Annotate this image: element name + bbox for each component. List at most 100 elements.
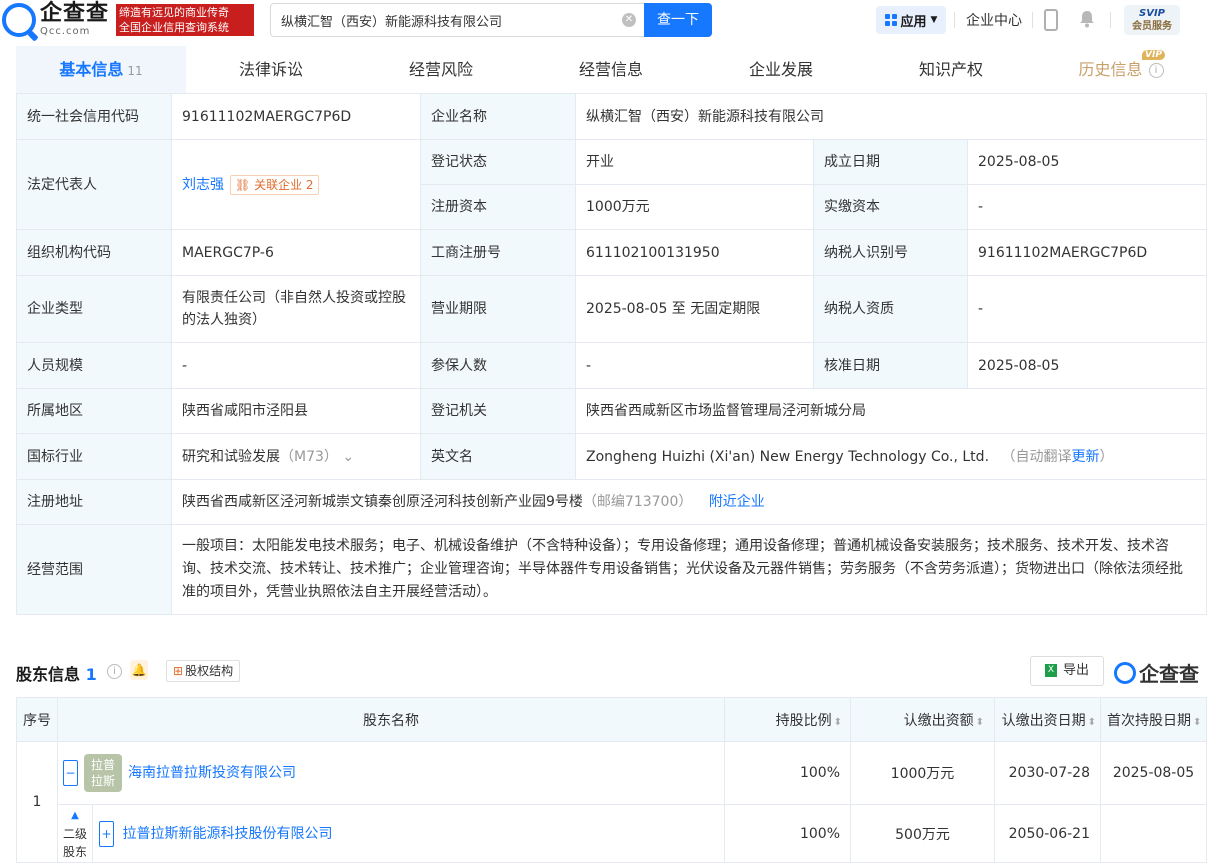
level-line-1: 二级: [62, 826, 87, 841]
basic-info-table: 统一社会信用代码 91611102MAERGC7P6D 企业名称 纵横汇智（西安…: [16, 93, 1207, 615]
info-icon[interactable]: i: [107, 664, 122, 679]
paid-capital-value: -: [966, 184, 1207, 230]
slogan-line-1: 缔造有远见的商业传奇: [119, 6, 229, 19]
address-cell: 陕西省西咸新区泾河新城崇文镇秦创原泾河科技创新产业园9号楼（邮编713700） …: [170, 479, 1207, 525]
section-tabs: 基本信息 11 法律诉讼 经营风险 经营信息 企业发展 知识产权 历史信息 i: [16, 46, 1206, 94]
insured-label: 参保人数: [420, 342, 576, 389]
divider: [954, 12, 955, 28]
industry-value: 研究和试验发展: [182, 448, 280, 465]
search-button[interactable]: 查一下: [644, 3, 712, 37]
ratio-value: 100%: [724, 741, 851, 805]
taxpayer-qual-value: -: [966, 275, 1207, 343]
vip-badge: VIP: [1142, 50, 1165, 60]
equity-structure-button[interactable]: ⊞ 股权结构: [166, 660, 241, 682]
table-row: ▲ 二级 股东 + 拉普拉斯新能源科技股份有限公司 100% 500万元 205…: [17, 804, 1207, 863]
col-header-name: 股东名称: [57, 697, 725, 742]
sort-icon: ⬍: [1087, 716, 1096, 728]
chevron-down-icon: ⌄: [342, 448, 355, 465]
col-header-amount[interactable]: 认缴出资额 ⬍: [850, 697, 995, 742]
related-icon: ⛓: [235, 177, 255, 192]
tab-operating-risk[interactable]: 经营风险: [356, 46, 526, 94]
update-link[interactable]: 更新: [1071, 449, 1099, 465]
industry-cell[interactable]: 研究和试验发展（M73） ⌄: [171, 433, 421, 480]
tab-count: 11: [127, 64, 143, 78]
taxpayer-id-label: 纳税人识别号: [813, 229, 968, 276]
legal-rep-label: 法定代表人: [16, 139, 172, 230]
company-type-value: 有限责任公司（非自然人投资或控股的法人独资）: [171, 275, 421, 343]
first-date-value: 2025-08-05: [1100, 741, 1207, 805]
region-value: 陕西省咸阳市泾阳县: [171, 388, 421, 434]
qcc-watermark-text: 企查查: [1139, 662, 1199, 686]
apps-label: 应用: [900, 14, 927, 30]
col-header-subscribe-date[interactable]: 认缴出资日期 ⬍: [994, 697, 1101, 742]
authority-label: 登记机关: [420, 388, 576, 434]
qcc-logo-icon: [1114, 661, 1136, 684]
taxpayer-qual-label: 纳税人资质: [813, 275, 968, 343]
col-header-ratio[interactable]: 持股比例 ⬍: [724, 697, 851, 742]
shareholder-title: 股东信息: [16, 665, 81, 684]
sub-shareholder-name-link[interactable]: 拉普拉斯新能源科技股份有限公司: [122, 826, 332, 842]
expand-toggle[interactable]: +: [99, 820, 114, 847]
related-count: 2: [305, 177, 314, 192]
nearby-companies-link[interactable]: 附近企业: [709, 494, 765, 510]
address-label: 注册地址: [16, 479, 172, 525]
biz-reg-no-value: 611102100131950: [575, 229, 814, 276]
approved-date-label: 核准日期: [813, 342, 968, 389]
staff-size-label: 人员规模: [16, 342, 172, 389]
export-button[interactable]: X 导出: [1030, 656, 1104, 686]
search-input[interactable]: 纵横汇智（西安）新能源科技有限公司 ✕: [270, 3, 644, 37]
authority-value: 陕西省西咸新区市场监督管理局泾河新城分局: [574, 388, 1207, 434]
related-companies-tag[interactable]: ⛓ 关联企业 2: [230, 174, 319, 195]
status-value: 开业: [575, 139, 814, 185]
level-line-2: 股东: [62, 844, 87, 859]
shareholder-name-link[interactable]: 海南拉普拉斯投资有限公司: [128, 765, 296, 781]
legal-rep-cell: 刘志强 ⛓ 关联企业 2: [171, 139, 421, 230]
notification-bell-icon[interactable]: [1078, 10, 1096, 28]
auto-translate-close: ）: [1099, 448, 1114, 465]
apps-menu-button[interactable]: 应用 ▼: [876, 6, 946, 34]
sub-subscribe-date-value: 2050-06-21: [994, 804, 1101, 863]
legal-rep-link[interactable]: 刘志强: [182, 177, 224, 193]
collapse-toggle[interactable]: −: [63, 760, 78, 786]
tab-operating-info[interactable]: 经营信息: [526, 46, 696, 94]
insured-value: -: [575, 342, 814, 389]
credit-code-label: 统一社会信用代码: [16, 93, 172, 140]
shareholder-name-cell: −拉普 拉斯 海南拉普拉斯投资有限公司: [57, 741, 725, 805]
tab-litigation[interactable]: 法律诉讼: [186, 46, 356, 94]
shareholder-section-title: 股东信息 1: [16, 661, 97, 685]
amount-value: 1000万元: [850, 741, 995, 805]
sort-icon: ⬍: [975, 716, 984, 728]
term-label: 营业期限: [420, 275, 576, 343]
caret-up-icon: ▲: [71, 809, 79, 821]
tab-history[interactable]: 历史信息 i: [1036, 46, 1206, 94]
qcc-logo-icon: [2, 3, 36, 37]
english-name-cell: Zongheng Huizhi (Xi'an) New Energy Techn…: [574, 433, 1207, 480]
col-header-first-date[interactable]: 首次持股日期 ⬍: [1100, 697, 1207, 742]
tab-basic-info[interactable]: 基本信息 11: [16, 46, 186, 94]
svip-member-button[interactable]: SVIP 会员服务: [1124, 5, 1180, 35]
qcc-logo[interactable]: 企查查 Qcc.com: [2, 2, 114, 38]
monitor-bell-icon[interactable]: 🔔: [130, 660, 148, 680]
row-index: 1: [16, 741, 58, 863]
excel-icon: X: [1044, 664, 1057, 677]
taxpayer-id-value: 91611102MAERGC7P6D: [966, 229, 1207, 276]
svip-service-label: 会员服务: [1132, 21, 1172, 32]
tab-ip[interactable]: 知识产权: [866, 46, 1036, 94]
slogan-line-2: 全国企业信用查询系统: [119, 21, 229, 34]
company-name-value: 纵横汇智（西安）新能源科技有限公司: [574, 93, 1207, 140]
avatar: 拉普 拉斯: [84, 754, 122, 792]
related-label: 关联企业: [254, 177, 303, 192]
sub-shareholder-name-cell: + 拉普拉斯新能源科技股份有限公司: [92, 804, 725, 863]
founded-label: 成立日期: [813, 139, 968, 185]
tab-development[interactable]: 企业发展: [696, 46, 866, 94]
postcode: （邮编713700）: [582, 494, 693, 510]
address-value: 陕西省西咸新区泾河新城崇文镇秦创原泾河科技创新产业园9号楼: [182, 494, 583, 510]
org-code-value: MAERGC7P-6: [171, 229, 421, 276]
term-value: 2025-08-05 至 无固定期限: [575, 275, 814, 343]
enterprise-center-link[interactable]: 企业中心: [966, 10, 1022, 30]
mobile-phone-icon[interactable]: [1044, 9, 1058, 31]
sort-icon: ⬍: [1193, 716, 1202, 728]
industry-code: （M73）: [280, 448, 338, 465]
clear-icon[interactable]: ✕: [622, 13, 636, 27]
info-icon[interactable]: i: [1148, 63, 1164, 78]
